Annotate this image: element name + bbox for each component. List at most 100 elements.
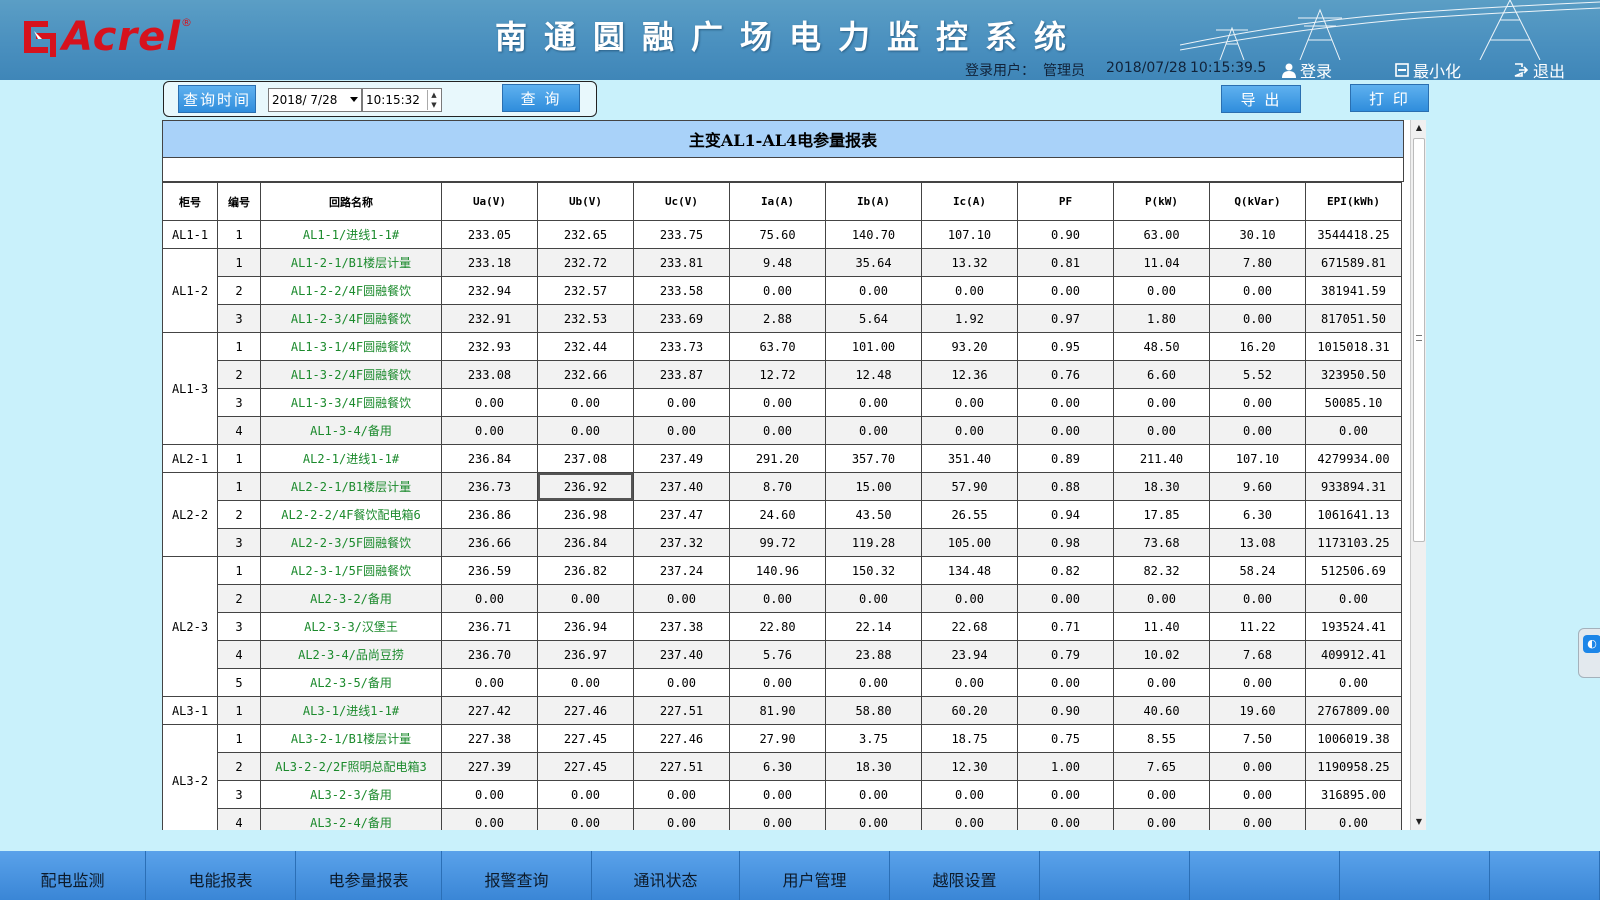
epi-cell: 1173103.25: [1305, 528, 1402, 557]
nav-item-0[interactable]: 配电监测: [0, 851, 146, 900]
acrel-logo: Acrel ®: [22, 14, 192, 60]
ub-cell: 0.00: [537, 584, 634, 613]
current-date: 2018/07/28: [1106, 60, 1187, 76]
uc-cell: 237.47: [633, 500, 730, 529]
circuit-name-cell: AL2-3-2/备用: [260, 584, 442, 613]
pf-cell: 0.79: [1017, 640, 1114, 669]
ib-cell: 23.88: [825, 640, 922, 669]
time-spinner[interactable]: ▲ ▼: [427, 90, 440, 110]
scroll-down-icon[interactable]: ▼: [1411, 814, 1427, 830]
ic-cell: 351.40: [921, 444, 1018, 473]
p-cell: 1.80: [1113, 304, 1210, 333]
search-button[interactable]: 查 询: [502, 84, 580, 112]
ub-cell: 232.72: [537, 248, 634, 277]
ua-cell: 227.42: [441, 696, 538, 725]
table-row: AL1-3 1 AL1-3-1/4F圆融餐饮 232.93 232.44 233.73 63…: [162, 332, 1402, 445]
ua-cell: 0.00: [441, 668, 538, 697]
exit-button[interactable]: 退出: [1514, 58, 1565, 80]
circuit-number-cell: 3: [217, 528, 261, 557]
spin-down-icon[interactable]: ▼: [428, 100, 440, 110]
p-cell: 0.00: [1113, 416, 1210, 445]
ib-cell: 140.70: [825, 220, 922, 249]
circuit-number-cell: 1: [217, 444, 261, 473]
table-row: 3 AL1-2-3/4F圆融餐饮 232.91 232.53 233.69 2.88 5.6…: [163, 304, 1402, 333]
scroll-thumb[interactable]: [1413, 138, 1425, 542]
time-picker[interactable]: 10:15:32 ▲ ▼: [362, 88, 442, 112]
ib-cell: 0.00: [825, 780, 922, 809]
pf-cell: 0.95: [1017, 332, 1114, 361]
nav-item-10[interactable]: [1490, 851, 1600, 900]
p-cell: 48.50: [1113, 332, 1210, 361]
q-cell: 0.00: [1209, 388, 1306, 417]
circuit-number-cell: 2: [217, 500, 261, 529]
nav-item-2[interactable]: 电参量报表: [296, 851, 442, 900]
nav-item-3[interactable]: 报警查询: [442, 851, 592, 900]
ub-cell: 0.00: [537, 808, 634, 830]
table-row: 2 AL2-3-2/备用 0.00 0.00 0.00 0.00 0.00 0.00 0.00 0…: [163, 584, 1402, 613]
epi-cell: 0.00: [1305, 416, 1402, 445]
p-cell: 0.00: [1113, 584, 1210, 613]
chat-icon[interactable]: ◐: [1583, 635, 1600, 653]
side-chat-widget[interactable]: ◐: [1578, 628, 1600, 678]
nav-item-8[interactable]: [1190, 851, 1340, 900]
dropdown-arrow-icon[interactable]: [350, 97, 358, 102]
cabinet-cell: AL3-2: [162, 724, 218, 830]
p-cell: 11.04: [1113, 248, 1210, 277]
ua-cell: 233.05: [441, 220, 538, 249]
ib-cell: 22.14: [825, 612, 922, 641]
epi-cell: 933894.31: [1305, 472, 1402, 501]
p-cell: 0.00: [1113, 668, 1210, 697]
epi-cell: 381941.59: [1305, 276, 1402, 305]
pf-cell: 0.81: [1017, 248, 1114, 277]
q-cell: 9.60: [1209, 472, 1306, 501]
ua-cell: 236.84: [441, 444, 538, 473]
user-label: 登录用户：: [965, 63, 1035, 79]
minimize-button[interactable]: 最小化: [1395, 58, 1461, 80]
q-cell: 0.00: [1209, 416, 1306, 445]
table-row: 2 AL1-3-2/4F圆融餐饮 233.08 232.66 233.87 12.72 12…: [163, 360, 1402, 389]
nav-item-6[interactable]: 越限设置: [890, 851, 1040, 900]
ub-cell[interactable]: 236.92: [537, 472, 634, 501]
circuit-name-cell: AL1-3-2/4F圆融餐饮: [260, 360, 442, 389]
export-button[interactable]: 导 出: [1221, 85, 1301, 113]
nav-item-4[interactable]: 通讯状态: [592, 851, 740, 900]
login-button[interactable]: 登录: [1282, 58, 1332, 80]
ub-cell: 0.00: [537, 668, 634, 697]
exit-label: 退出: [1533, 62, 1566, 80]
p-cell: 211.40: [1113, 444, 1210, 473]
minimize-label: 最小化: [1413, 62, 1462, 80]
q-cell: 16.20: [1209, 332, 1306, 361]
q-cell: 5.52: [1209, 360, 1306, 389]
user-bar: 登录用户： 管理员 2018/07/28 10:15:39.5 登录 最小化 退…: [0, 56, 1600, 80]
date-picker[interactable]: 2018/ 7/28: [268, 88, 362, 112]
pf-cell: 0.00: [1017, 668, 1114, 697]
nav-item-1[interactable]: 电能报表: [146, 851, 296, 900]
report-scrollbar[interactable]: ▲ ▼: [1410, 120, 1426, 830]
pf-cell: 0.00: [1017, 416, 1114, 445]
uc-cell: 0.00: [633, 668, 730, 697]
scroll-up-icon[interactable]: ▲: [1411, 120, 1427, 136]
uc-cell: 227.51: [633, 752, 730, 781]
ia-cell: 140.96: [729, 556, 826, 585]
q-cell: 0.00: [1209, 780, 1306, 809]
ub-cell: 0.00: [537, 388, 634, 417]
circuit-number-cell: 1: [217, 220, 261, 249]
circuit-name-cell: AL2-1/进线1-1#: [260, 444, 442, 473]
ia-cell: 291.20: [729, 444, 826, 473]
circuit-name-cell: AL3-2-4/备用: [260, 808, 442, 830]
query-time-button[interactable]: 查询时间: [178, 85, 256, 113]
ib-cell: 357.70: [825, 444, 922, 473]
uc-cell: 233.58: [633, 276, 730, 305]
table-row: 3 AL3-2-3/备用 0.00 0.00 0.00 0.00 0.00 0.00 0.00 0…: [163, 780, 1402, 809]
ib-cell: 119.28: [825, 528, 922, 557]
nav-item-9[interactable]: [1340, 851, 1490, 900]
circuit-name-cell: AL1-3-3/4F圆融餐饮: [260, 388, 442, 417]
uc-cell: 233.81: [633, 248, 730, 277]
ua-cell: 0.00: [441, 584, 538, 613]
print-button[interactable]: 打 印: [1350, 84, 1429, 112]
nav-item-7[interactable]: [1040, 851, 1190, 900]
spin-up-icon[interactable]: ▲: [428, 90, 440, 100]
ib-cell: 150.32: [825, 556, 922, 585]
nav-item-5[interactable]: 用户管理: [740, 851, 890, 900]
ic-cell: 0.00: [921, 388, 1018, 417]
